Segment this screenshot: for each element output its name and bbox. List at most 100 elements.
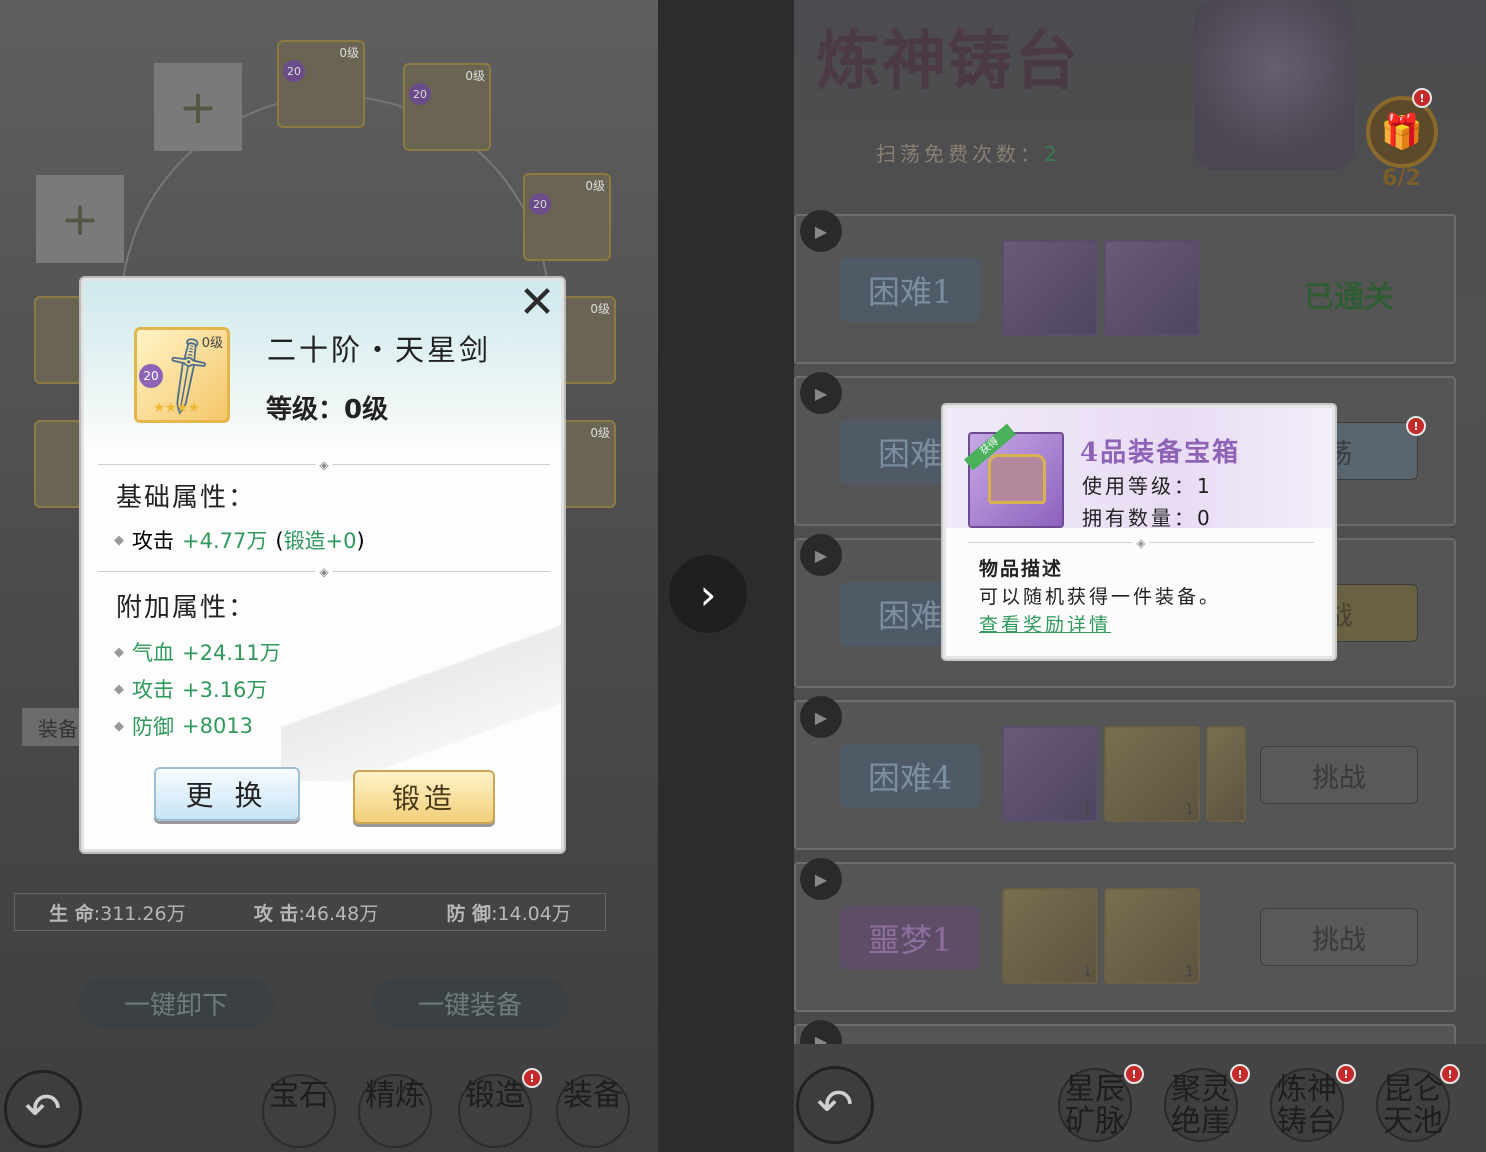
equipment-slot-belt[interactable]: 0级 20 — [523, 173, 611, 261]
empty-slot-plus-icon[interactable]: + — [154, 63, 242, 151]
extra-attr-row: ◆ 攻击 +3.16万 — [114, 678, 268, 702]
item-level: 等级：0级 — [266, 395, 389, 425]
atk-stat: 攻 击:46.48万 — [253, 902, 379, 925]
nav-gem-button[interactable]: 宝石 — [262, 1074, 336, 1148]
nav-forge-platform-button[interactable]: 炼神铸台 — [1270, 1068, 1344, 1142]
equipment-slot-boots[interactable]: 0级 — [560, 296, 616, 384]
equipment-slot-accessory[interactable]: 0级 — [560, 420, 616, 508]
video-icon[interactable]: ▶ — [800, 858, 842, 900]
treasure-art — [1194, 0, 1354, 170]
video-icon[interactable]: ▶ — [800, 210, 842, 252]
nav-notification-badge: ! — [1440, 1064, 1460, 1084]
reward-box-purple[interactable]: 1 — [1002, 726, 1098, 822]
slot-tier-badge: 20 — [283, 60, 305, 82]
equip-all-button[interactable]: 一键装备 — [372, 978, 568, 1028]
attr-label: 攻击 — [132, 529, 174, 553]
item-detail-modal: ✕ 🗡 0级 20 ★★★★ 二十阶・天星剑 等级：0级 ◈ 基础属性： ◆ 攻… — [81, 278, 564, 852]
nav-forge-button[interactable]: 锻造 — [458, 1074, 532, 1148]
forge-bonus: (锻造+0) — [275, 529, 365, 553]
video-icon[interactable]: ▶ — [800, 534, 842, 576]
item-description: 可以随机获得一件装备。 — [979, 586, 1222, 608]
slot-level: 0级 — [585, 179, 605, 193]
divider: ◈ — [968, 536, 1314, 550]
extra-attr-title: 附加属性： — [116, 593, 257, 623]
hp-stat: 生 命:311.26万 — [49, 902, 186, 925]
back-arrow-icon[interactable]: ↶ — [4, 1070, 82, 1148]
slot-level: 0级 — [590, 426, 610, 440]
desc-title: 物品描述 — [979, 558, 1064, 580]
popup-title: 4品装备宝箱 — [1080, 438, 1241, 468]
equipment-slot-armor[interactable]: 0级 20 — [403, 63, 491, 151]
nav-equip-button[interactable]: 装备 — [556, 1074, 630, 1148]
unequip-all-button[interactable]: 一键卸下 — [78, 978, 274, 1028]
use-level: 使用等级：1 — [1082, 474, 1213, 498]
nav-star-mine-button[interactable]: 星辰矿脉 — [1058, 1068, 1132, 1142]
chest-icon — [988, 454, 1046, 504]
nav-spirit-cliff-button[interactable]: 聚灵绝崖 — [1164, 1068, 1238, 1142]
reward-box-gold[interactable] — [1206, 726, 1246, 822]
video-icon[interactable]: ▶ — [800, 372, 842, 414]
gift-count: 6/2 — [1382, 166, 1421, 191]
diamond-bullet-icon: ◆ — [114, 532, 124, 548]
diamond-bullet-icon: ◆ — [114, 644, 124, 660]
item-tier-badge: 20 — [139, 364, 163, 388]
attr-value: +4.77万 — [182, 529, 268, 553]
diamond-bullet-icon: ◆ — [114, 681, 124, 697]
slot-level: 0级 — [339, 46, 359, 60]
nav-refine-button[interactable]: 精炼 — [358, 1074, 432, 1148]
gift-notification-badge: ! — [1412, 88, 1432, 108]
chest-item-icon: 获得 — [964, 423, 1064, 528]
forge-notification-badge: ! — [522, 1068, 542, 1088]
item-name: 二十阶・天星剑 — [267, 333, 492, 367]
forge-button[interactable]: 锻造 — [353, 770, 495, 824]
next-arrow-icon[interactable]: › — [669, 555, 747, 633]
slot-level: 0级 — [465, 69, 485, 83]
owned-count: 拥有数量：0 — [1082, 506, 1213, 530]
nav-notification-badge: ! — [1336, 1064, 1356, 1084]
view-rewards-link[interactable]: 查看奖励详情 — [979, 610, 1111, 637]
equipment-side-tab[interactable]: 装备 — [22, 708, 84, 746]
extra-attr-row: ◆ 气血 +24.11万 — [114, 641, 281, 665]
stage-row: ▶ 噩梦1 1 1 挑战 — [794, 858, 1456, 1012]
stage-name: 困难4 — [840, 744, 980, 808]
def-stat: 防 御:14.04万 — [446, 902, 571, 925]
reward-box-gold[interactable]: 1 — [1104, 726, 1200, 822]
equipment-slot-ring[interactable] — [34, 420, 84, 508]
divider: ◈ — [98, 458, 550, 472]
screen-title: 炼神铸台 — [816, 24, 1080, 99]
reward-box-purple[interactable] — [1104, 240, 1200, 336]
slot-level: 0级 — [590, 302, 610, 316]
nav-kunlun-pool-button[interactable]: 昆仑天池 — [1376, 1068, 1450, 1142]
stage-name: 噩梦1 — [840, 906, 980, 970]
total-stats-bar: 生 命:311.26万 攻 击:46.48万 防 御:14.04万 — [14, 893, 606, 931]
video-icon[interactable]: ▶ — [800, 696, 842, 738]
item-icon-sword: 🗡 0级 20 ★★★★ — [134, 327, 235, 423]
challenge-button[interactable]: 挑战 — [1260, 746, 1418, 804]
stage-name: 困难1 — [840, 258, 980, 322]
reward-box-gold[interactable]: 1 — [1104, 888, 1200, 984]
close-icon[interactable]: ✕ — [515, 281, 559, 325]
item-stars: ★★★★ — [153, 400, 200, 416]
item-icon-level: 0级 — [201, 336, 223, 351]
empty-slot-plus-icon[interactable]: + — [36, 175, 124, 263]
nav-notification-badge: ! — [1230, 1064, 1250, 1084]
slot-tier-badge: 20 — [409, 83, 431, 105]
stage-notification-badge: ! — [1406, 416, 1426, 436]
challenge-button[interactable]: 挑战 — [1260, 908, 1418, 966]
equipment-slot-helmet[interactable] — [34, 296, 84, 384]
slot-tier-badge: 20 — [529, 193, 551, 215]
diamond-bullet-icon: ◆ — [114, 718, 124, 734]
stage-row: ▶ 困难1 已通关 — [794, 210, 1456, 364]
reward-box-purple[interactable] — [1002, 240, 1098, 336]
mountain-watermark — [281, 621, 561, 781]
nav-notification-badge: ! — [1124, 1064, 1144, 1084]
equipment-slot-weapon[interactable]: 0级 20 — [277, 40, 365, 128]
base-attr-row: ◆ 攻击 +4.77万 (锻造+0) — [114, 525, 365, 555]
gift-icon[interactable]: 🎁 — [1366, 96, 1438, 168]
divider: ◈ — [98, 565, 550, 579]
extra-attr-row: ◆ 防御 +8013 — [114, 714, 254, 739]
reward-box-gold[interactable]: 1 — [1002, 888, 1098, 984]
back-arrow-icon[interactable]: ↶ — [796, 1066, 874, 1144]
replace-button[interactable]: 更 换 — [154, 767, 300, 821]
cleared-label: 已通关 — [1304, 280, 1394, 315]
